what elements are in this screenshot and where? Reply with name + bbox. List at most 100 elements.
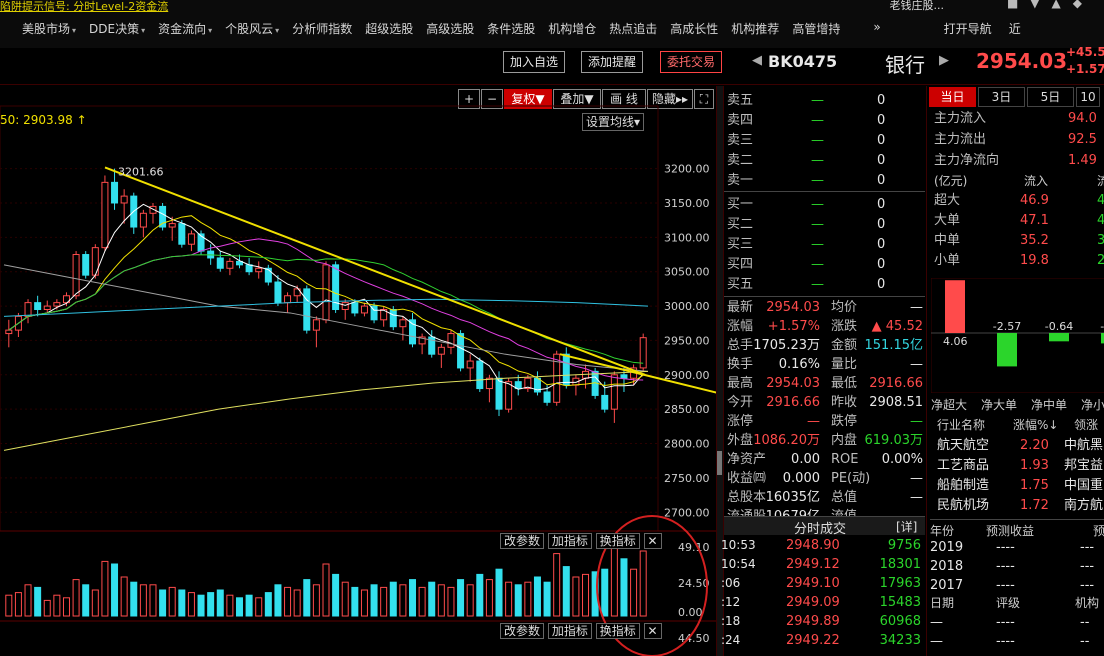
add-indicator-button[interactable]: 加指标 <box>547 533 592 549</box>
flow-value: 92.5 <box>1068 132 1097 147</box>
flow-in-value: 35.2 <box>1020 233 1049 248</box>
quote-value: — <box>910 357 923 372</box>
flow-in-value: 46.9 <box>1020 193 1049 208</box>
square-icon[interactable]: ■ <box>1007 0 1030 10</box>
industry-name-header[interactable]: 行业名称 <box>937 416 985 433</box>
kline-chart-panel[interactable]: + − 复权▼ 叠加▼ 画 线 隐藏▸▸ ⛶ 50: 2903.98 ↑ 设置均… <box>0 86 716 656</box>
ask-row: 卖三 — 0 <box>727 131 923 151</box>
volume-bar <box>187 592 195 617</box>
menu-item-13[interactable]: » <box>873 20 889 40</box>
volume-bar <box>457 579 465 617</box>
add-watchlist-button[interactable]: 加入自选 <box>503 51 566 73</box>
trend-line[interactable] <box>104 166 646 376</box>
menu-item-2[interactable]: 资金流向 ▾ <box>158 20 221 40</box>
menu-item-4[interactable]: 分析师指数 <box>292 20 361 40</box>
quote-row: 外盘 1086.20万 内盘 619.03万 <box>727 431 923 450</box>
industry-lead: 中航黑 <box>1064 438 1104 453</box>
volume-bar <box>370 584 378 617</box>
menu-item-7[interactable]: 条件选股 <box>487 20 544 40</box>
volume-bar <box>620 558 628 617</box>
forecast-org: --- <box>1080 559 1095 574</box>
industry-name: 工艺商品 <box>937 458 990 473</box>
forecast-org-header: 预 <box>1093 524 1104 538</box>
industry-row[interactable]: 航天航空 2.20 中航黑 <box>937 436 1104 456</box>
volume-bar <box>553 553 561 617</box>
industry-lead-header[interactable]: 领涨 <box>1074 416 1098 433</box>
close-indicator-icon[interactable]: ✕ <box>643 533 662 549</box>
quote-label: 涨跌 <box>831 319 858 334</box>
tick-time: 10:54 <box>721 557 756 571</box>
volume-bar <box>341 581 349 617</box>
price-axis-label: 3100.00 <box>664 231 710 244</box>
industry-row[interactable]: 工艺商品 1.93 邦宝益 <box>937 456 1104 476</box>
quote-value: 1086.20万 <box>753 433 820 448</box>
candle-body <box>34 302 42 311</box>
quote-value: 0.000 <box>782 471 820 486</box>
volume-bar <box>14 592 22 617</box>
quote-label: 涨幅 <box>727 319 754 334</box>
switch-indicator-button[interactable]: 换指标 <box>595 533 640 549</box>
menu-item-0[interactable]: 美股市场 ▾ <box>22 20 85 40</box>
edit-params-button[interactable]: 改参数 <box>500 533 545 549</box>
quote-row: 总股本 16035亿 总值 — <box>727 488 923 507</box>
flow-out-value: 2 <box>1097 253 1104 268</box>
quote-label: PE(动) <box>831 471 871 486</box>
up-arrow-icon[interactable]: ▲ <box>1052 0 1073 10</box>
edit-params-button[interactable]: 改参数 <box>500 623 545 639</box>
top-right-label[interactable]: 老钱庄股... <box>890 0 945 13</box>
add-indicator-button[interactable]: 加指标 <box>547 623 592 639</box>
tick-time: :24 <box>721 633 741 647</box>
menu-item-12[interactable]: 高管增持 <box>792 20 849 40</box>
menu-item-9[interactable]: 热点追击 <box>609 20 666 40</box>
switch-indicator-button[interactable]: 换指标 <box>595 623 640 639</box>
volume-bar <box>437 584 445 617</box>
settings-icon[interactable]: ◆ <box>1073 0 1094 10</box>
bid-volume: 0 <box>877 217 886 232</box>
flow-tab-2[interactable]: 5日 <box>1027 87 1074 107</box>
volume-bar <box>610 542 618 617</box>
flow-tab-3[interactable]: 10 <box>1076 87 1100 107</box>
menu-item-11[interactable]: 机构推荐 <box>731 20 788 40</box>
rating-row: — ---- -- <box>930 613 1104 632</box>
peak-label: 3201.66 <box>118 165 164 178</box>
quote-row: 最高 2954.03 最低 2916.66 <box>727 374 923 393</box>
prev-stock-icon[interactable]: ◀ <box>752 53 762 68</box>
close-indicator-icon[interactable]: ✕ <box>643 623 662 639</box>
add-alert-button[interactable]: 添加提醒 <box>581 51 644 73</box>
industry-pct-header[interactable]: 涨幅%↓ <box>1013 416 1058 433</box>
candlestick-chart[interactable]: 3200.00 3150.00 3100.00 3050.00 3000.00 2950.… <box>0 86 716 656</box>
menu-item-14[interactable]: 打开导航 <box>944 20 1001 40</box>
rating-date-header: 日期 <box>930 596 955 610</box>
menu-item-5[interactable]: 超级选股 <box>365 20 422 40</box>
volume-bar <box>582 573 590 617</box>
next-stock-icon[interactable]: ▶ <box>939 53 949 68</box>
quote-row: 涨停 — 跌停 — <box>727 412 923 431</box>
industry-row[interactable]: 民航机场 1.72 南方航 <box>937 496 1104 516</box>
menu-item-label: 资金流向 <box>158 22 207 36</box>
menu-item-6[interactable]: 高级选股 <box>426 20 483 40</box>
menu-item-1[interactable]: DDE决策 ▾ <box>89 20 154 40</box>
industry-pct: 1.72 <box>1020 498 1049 513</box>
rating-header-label: 评级 <box>996 596 1021 610</box>
menu-item-extra[interactable]: 近 <box>1009 20 1030 40</box>
ask-row: 卖四 — 0 <box>727 111 923 131</box>
ticker-banner[interactable]: 陷阱提示信号: 分时Level-2资金流 <box>0 0 168 13</box>
flow-tab-1[interactable]: 3日 <box>978 87 1025 107</box>
menu-item-label: 高级选股 <box>426 22 475 36</box>
ticks-detail-link[interactable]: [详] <box>896 518 917 535</box>
menu-item-8[interactable]: 机构增仓 <box>548 20 605 40</box>
candle-body <box>168 223 176 228</box>
flow-out-value: 3 <box>1097 233 1104 248</box>
volume-bar <box>428 581 436 617</box>
trade-button[interactable]: 委托交易 <box>660 51 723 73</box>
industry-row[interactable]: 船舶制造 1.75 中国重 <box>937 476 1104 496</box>
flow-tab-0[interactable]: 当日 <box>929 87 976 107</box>
candle-body <box>82 254 90 276</box>
rating-org: -- <box>1080 634 1090 649</box>
flow-bar-label: 净小 <box>1080 398 1104 412</box>
flow-in-header: 流入 <box>1024 174 1049 188</box>
menu-item-3[interactable]: 个股风云 ▾ <box>225 20 288 40</box>
down-arrow-icon[interactable]: ▼ <box>1030 0 1051 10</box>
ask-label: 卖二 <box>727 153 754 168</box>
menu-item-10[interactable]: 高成长性 <box>670 20 727 40</box>
